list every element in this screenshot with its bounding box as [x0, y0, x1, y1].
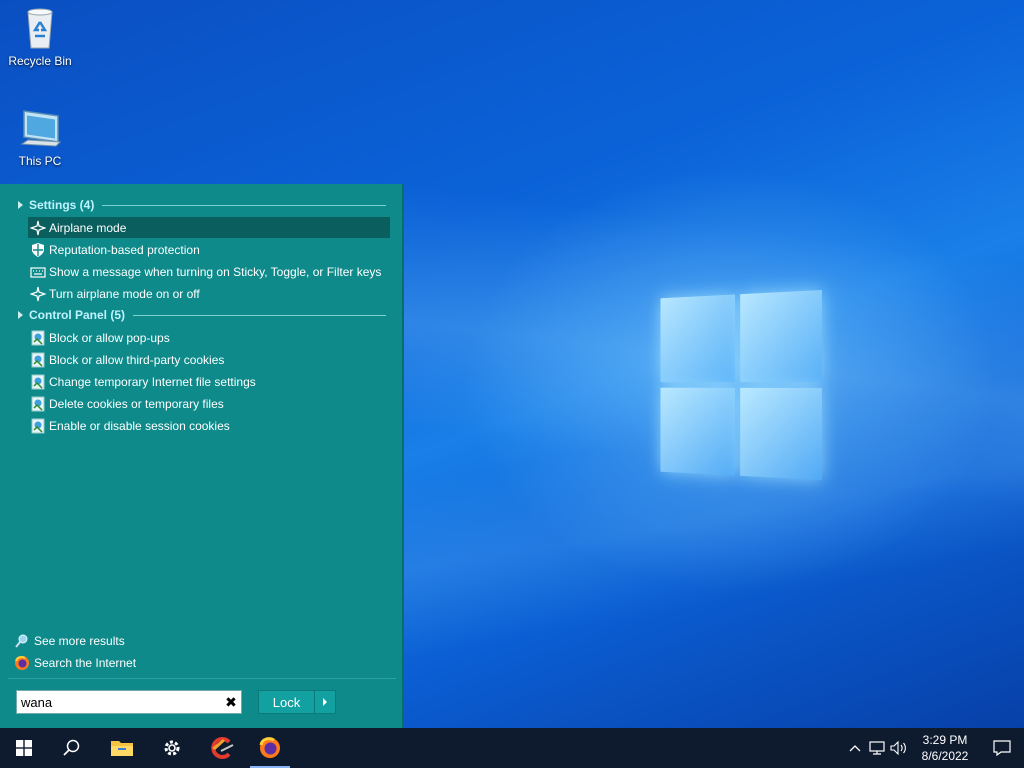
group-header-control-panel[interactable]: Control Panel (5) [16, 306, 386, 324]
expand-arrow-icon [18, 311, 23, 319]
firefox-button[interactable] [246, 728, 294, 768]
airplane-icon [30, 286, 46, 301]
network-icon [869, 741, 885, 755]
expand-arrow-icon [18, 201, 23, 209]
internet-options-icon [31, 330, 45, 345]
shield-icon [32, 242, 44, 257]
result-label: Change temporary Internet file settings [49, 374, 256, 389]
start-search-menu: Settings (4) Airplane mode Reputation-ba… [0, 184, 404, 728]
chevron-up-icon [849, 745, 861, 752]
power-options-arrow-icon[interactable] [315, 691, 335, 713]
firefox-icon [15, 656, 29, 670]
see-more-results-link[interactable]: See more results [14, 631, 125, 651]
system-tray: 3:29 PM 8/6/2022 [844, 728, 1024, 768]
desktop-icon-recycle-bin[interactable]: Recycle Bin [2, 6, 78, 68]
internet-options-icon [31, 374, 45, 389]
file-explorer-button[interactable] [98, 728, 146, 768]
internet-options-icon [31, 352, 45, 367]
search-magnifier-icon [15, 634, 28, 648]
result-sticky-keys-message[interactable]: Show a message when turning on Sticky, T… [28, 261, 390, 282]
result-label: Show a message when turning on Sticky, T… [49, 264, 382, 279]
result-temp-internet-files[interactable]: Change temporary Internet file settings [28, 371, 390, 392]
keyboard-icon [30, 266, 46, 278]
result-turn-airplane-mode[interactable]: Turn airplane mode on or off [28, 283, 390, 304]
taskbar-search-button[interactable] [48, 728, 96, 768]
ccleaner-icon [211, 737, 234, 759]
result-airplane-mode[interactable]: Airplane mode [28, 217, 390, 238]
start-icon [16, 740, 32, 756]
show-hidden-icons-button[interactable] [844, 728, 866, 768]
settings-gear-icon [164, 740, 180, 756]
clock-time: 3:29 PM [922, 733, 968, 747]
result-session-cookies[interactable]: Enable or disable session cookies [28, 415, 390, 436]
this-pc-icon [16, 106, 64, 150]
group-header-settings[interactable]: Settings (4) [16, 196, 386, 214]
ccleaner-button[interactable] [198, 728, 246, 768]
volume-icon [890, 741, 906, 755]
result-third-party-cookies[interactable]: Block or allow third-party cookies [28, 349, 390, 370]
divider [8, 678, 396, 679]
result-label: Delete cookies or temporary files [49, 396, 224, 411]
volume-button[interactable] [888, 728, 910, 768]
action-center-button[interactable] [980, 728, 1024, 768]
firefox-icon [259, 737, 280, 758]
internet-options-icon [31, 418, 45, 433]
settings-button[interactable] [148, 728, 196, 768]
result-block-popups[interactable]: Block or allow pop-ups [28, 327, 390, 348]
notification-icon [993, 740, 1011, 756]
result-label: Block or allow third-party cookies [49, 352, 225, 367]
clock-date: 8/6/2022 [921, 749, 969, 763]
search-internet-link[interactable]: Search the Internet [14, 653, 136, 673]
search-input[interactable] [17, 692, 221, 712]
lock-button[interactable]: Lock [258, 690, 336, 714]
taskbar: 3:29 PM 8/6/2022 [0, 728, 1024, 768]
desktop-icon-this-pc[interactable]: This PC [2, 106, 78, 168]
desktop-icon-label: Recycle Bin [8, 54, 72, 68]
start-button[interactable] [0, 728, 48, 768]
clear-search-icon[interactable]: ✖ [221, 694, 241, 711]
windows-logo-image [660, 290, 822, 480]
desktop-icon-label: This PC [18, 154, 62, 168]
result-label: Block or allow pop-ups [49, 330, 170, 345]
recycle-bin-icon [16, 6, 64, 50]
result-label: Airplane mode [49, 220, 127, 235]
airplane-icon [30, 220, 46, 235]
result-label: Reputation-based protection [49, 242, 200, 257]
network-status-button[interactable] [866, 728, 888, 768]
file-explorer-icon [111, 741, 133, 756]
clock[interactable]: 3:29 PM 8/6/2022 [910, 732, 980, 764]
result-label: Turn airplane mode on or off [49, 286, 200, 301]
internet-options-icon [31, 396, 45, 411]
result-delete-cookies[interactable]: Delete cookies or temporary files [28, 393, 390, 414]
search-icon [63, 739, 80, 756]
search-field[interactable]: ✖ [16, 690, 242, 714]
result-label: Enable or disable session cookies [49, 418, 230, 433]
result-reputation-protection[interactable]: Reputation-based protection [28, 239, 390, 260]
lock-button-label[interactable]: Lock [259, 691, 315, 713]
